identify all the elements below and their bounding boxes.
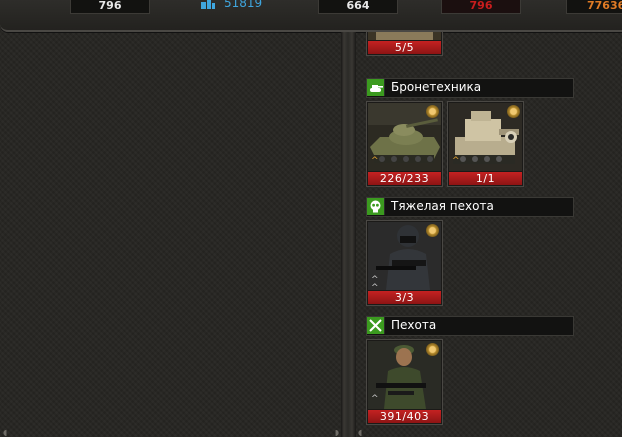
population-icon (201, 0, 215, 9)
rank-chevron-icon: ^ ^ (371, 275, 379, 293)
category-header-infantry[interactable]: Пехота (366, 316, 574, 336)
resource-counter-3: 796 (441, 0, 521, 14)
resize-corner-icon: ◖ (3, 428, 8, 437)
category-header-armor[interactable]: Бронетехника (366, 78, 574, 98)
upgrade-gear-icon[interactable] (426, 105, 439, 118)
unit-list: 5/5 Бронетехника ^ 226/233 ^ 1/1 Тяжелая… (356, 32, 622, 437)
unit-count: 5/5 (368, 41, 441, 54)
rank-chevron-icon: ^ (371, 156, 379, 166)
resource-bar: 796 51819 664 796 77636 (0, 0, 622, 32)
category-label: Пехота (391, 318, 437, 332)
tank-icon (367, 79, 385, 96)
unit-image (368, 32, 441, 40)
unit-count: 391/403 (368, 410, 441, 423)
unit-count: 226/233 (368, 172, 441, 185)
category-label: Бронетехника (391, 80, 482, 94)
unit-card[interactable]: ^ 391/403 (366, 339, 443, 425)
unit-card[interactable]: ^ 1/1 (447, 101, 524, 187)
upgrade-gear-icon[interactable] (426, 224, 439, 237)
unit-count: 3/3 (368, 291, 441, 304)
unit-card[interactable]: ^ ^ 3/3 (366, 220, 443, 306)
category-label: Тяжелая пехота (391, 199, 494, 213)
resource-counter-1: 796 (70, 0, 150, 14)
unit-count: 1/1 (449, 172, 522, 185)
upgrade-gear-icon[interactable] (426, 343, 439, 356)
panel-separator[interactable] (341, 32, 356, 437)
unit-card[interactable]: 5/5 (366, 32, 443, 56)
category-header-heavy-infantry[interactable]: Тяжелая пехота (366, 197, 574, 217)
resource-counter-2: 664 (318, 0, 398, 14)
rank-chevron-icon: ^ (371, 394, 379, 404)
crossed-swords-icon (367, 317, 385, 334)
upgrade-gear-icon[interactable] (507, 105, 520, 118)
population-value: 51819 (224, 0, 263, 10)
left-panel: ◖ ◗ (0, 32, 341, 437)
resize-corner-icon: ◖ (358, 428, 363, 437)
rank-chevron-icon: ^ (452, 156, 460, 166)
resize-corner-icon: ◗ (334, 428, 339, 437)
resource-counter-4: 77636 (566, 0, 622, 14)
population-counter: 51819 (200, 0, 262, 10)
unit-card[interactable]: ^ 226/233 (366, 101, 443, 187)
skull-icon (367, 198, 385, 215)
